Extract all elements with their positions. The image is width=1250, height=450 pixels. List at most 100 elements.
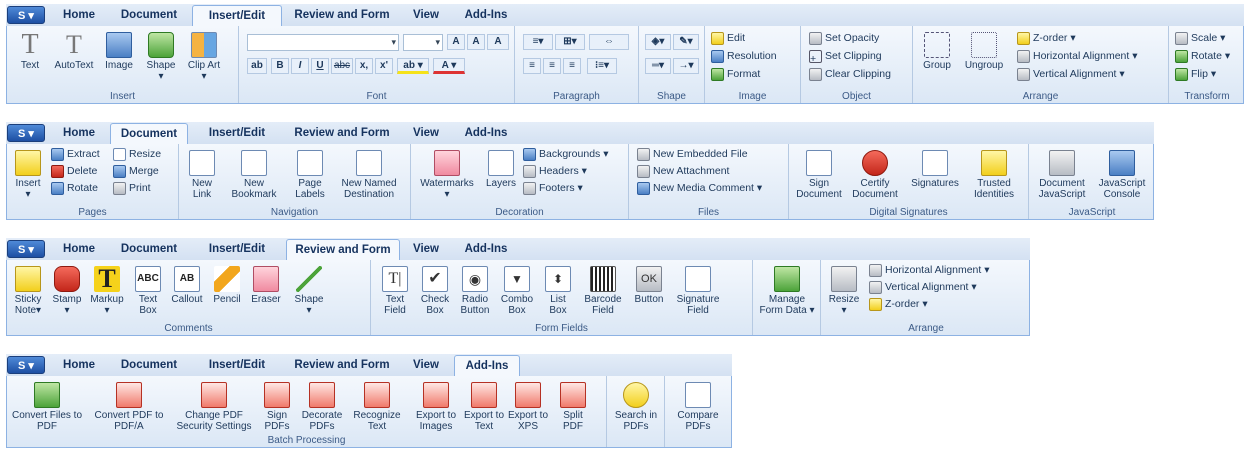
set-opacity-button[interactable]: Set Opacity xyxy=(809,30,879,46)
sign-pdfs-button[interactable]: Sign PDFs xyxy=(261,382,293,432)
backgrounds-button[interactable]: Backgrounds ▾ xyxy=(523,146,608,162)
tab-review-form[interactable]: Review and Form xyxy=(286,239,400,261)
tab-view[interactable]: View xyxy=(404,5,448,26)
text-field-button[interactable]: T| Text Field xyxy=(375,266,415,316)
scale-button[interactable]: Scale ▾ xyxy=(1175,30,1225,46)
print-button[interactable]: Print xyxy=(113,180,151,196)
app-menu-button[interactable]: S ▾ xyxy=(7,6,45,24)
delete-button[interactable]: Delete xyxy=(51,163,97,179)
signature-field-button[interactable]: Signature Field xyxy=(671,266,725,316)
stamp-button[interactable]: Stamp ▾ xyxy=(49,266,85,316)
line-color-button[interactable]: ✎▾ xyxy=(673,34,699,50)
underline-button[interactable]: U xyxy=(311,58,329,74)
callout-button[interactable]: AB Callout xyxy=(167,266,207,305)
text-button[interactable]: T Text xyxy=(13,31,47,72)
signatures-button[interactable]: Signatures xyxy=(907,150,963,189)
resolution-button[interactable]: Resolution xyxy=(711,48,777,64)
align-right-button[interactable]: ≡ xyxy=(563,58,581,74)
eraser-button[interactable]: Eraser xyxy=(247,266,285,305)
export-to-text-button[interactable]: Export to Text xyxy=(463,382,505,432)
shrink-font-button[interactable]: A xyxy=(467,34,485,50)
grow-font-button[interactable]: A xyxy=(447,34,465,50)
autotext-button[interactable]: T AutoText xyxy=(49,32,99,72)
insert-page-button[interactable]: Insert ▾ xyxy=(11,150,45,200)
vertical-alignment-button[interactable]: Vertical Alignment ▾ xyxy=(1017,66,1125,82)
bold-button[interactable]: B xyxy=(271,58,289,74)
convert-pdf-to-pdfa-button[interactable]: Convert PDF to PDF/A xyxy=(89,382,169,432)
compare-pdfs-button[interactable]: Compare PDFs xyxy=(671,382,725,432)
javascript-console-button[interactable]: JavaScript Console xyxy=(1093,150,1151,200)
sign-document-button[interactable]: Sign Document xyxy=(793,150,845,200)
tab-home[interactable]: Home xyxy=(54,123,104,144)
split-pdf-button[interactable]: Split PDF xyxy=(555,382,591,432)
tab-add-ins[interactable]: Add-Ins xyxy=(454,5,518,26)
headers-button[interactable]: Headers ▾ xyxy=(523,163,587,179)
rotate-page-button[interactable]: Rotate xyxy=(51,180,98,196)
flip-button[interactable]: Flip ▾ xyxy=(1175,66,1216,82)
font-case-button[interactable]: A xyxy=(487,34,509,50)
image-button[interactable]: Image xyxy=(101,32,137,71)
tab-document[interactable]: Document xyxy=(110,239,188,260)
group-button[interactable]: Group xyxy=(919,32,955,71)
sticky-note-button[interactable]: Sticky Note▾ xyxy=(9,266,47,316)
form-horizontal-alignment-button[interactable]: Horizontal Alignment ▾ xyxy=(869,262,990,278)
line-spacing-button[interactable]: ⊞▾ xyxy=(555,34,585,50)
search-in-pdfs-button[interactable]: Search in PDFs xyxy=(613,382,659,432)
certify-document-button[interactable]: Certify Document xyxy=(847,150,903,200)
superscript-button[interactable]: x' xyxy=(375,58,393,74)
app-menu-button[interactable]: S ▾ xyxy=(7,240,45,258)
combo-box-button[interactable]: ▼ Combo Box xyxy=(497,266,537,316)
page-labels-button[interactable]: Page Labels xyxy=(291,150,329,200)
horizontal-alignment-button[interactable]: Horizontal Alignment ▾ xyxy=(1017,48,1138,64)
extract-button[interactable]: Extract xyxy=(51,146,100,162)
decorate-pdfs-button[interactable]: Decorate PDFs xyxy=(297,382,347,432)
check-box-button[interactable]: ✔ Check Box xyxy=(417,266,453,316)
tab-add-ins[interactable]: Add-Ins xyxy=(454,239,518,260)
tab-insert-edit[interactable]: Insert/Edit xyxy=(192,239,282,260)
fill-color-button[interactable]: ◈▾ xyxy=(645,34,671,50)
new-link-button[interactable]: New Link xyxy=(185,150,219,200)
app-menu-button[interactable]: S ▾ xyxy=(7,356,45,374)
tab-view[interactable]: View xyxy=(404,123,448,144)
rotate-button[interactable]: Rotate ▾ xyxy=(1175,48,1230,64)
export-to-xps-button[interactable]: Export to XPS xyxy=(507,382,549,432)
edit-image-button[interactable]: Edit xyxy=(711,30,745,46)
document-javascript-button[interactable]: Document JavaScript xyxy=(1033,150,1091,200)
convert-files-to-pdf-button[interactable]: Convert Files to PDF xyxy=(9,382,85,432)
pencil-button[interactable]: Pencil xyxy=(209,266,245,305)
tab-insert-edit[interactable]: Insert/Edit xyxy=(192,123,282,144)
tab-insert-edit[interactable]: Insert/Edit xyxy=(192,355,282,376)
new-attachment-button[interactable]: New Attachment xyxy=(637,163,729,179)
arrow-style-button[interactable]: →▾ xyxy=(673,58,699,74)
bullets-button[interactable]: ⁝≡▾ xyxy=(587,58,617,74)
new-media-comment-button[interactable]: New Media Comment ▾ xyxy=(637,180,762,196)
indent-button[interactable]: ≡▾ xyxy=(523,34,553,50)
clear-clipping-button[interactable]: Clear Clipping xyxy=(809,66,891,82)
form-z-order-button[interactable]: Z-order ▾ xyxy=(869,296,928,312)
font-color-button[interactable]: A ▾ xyxy=(433,58,465,74)
change-pdf-security-button[interactable]: Change PDF Security Settings xyxy=(171,382,257,432)
tab-review-form[interactable]: Review and Form xyxy=(286,5,398,26)
italic-button[interactable]: I xyxy=(291,58,309,74)
radio-button-button[interactable]: ◉ Radio Button xyxy=(455,266,495,316)
list-box-button[interactable]: ⬍ List Box xyxy=(541,266,575,316)
markup-button[interactable]: T Markup ▾ xyxy=(87,266,127,317)
subscript-button[interactable]: x, xyxy=(355,58,373,74)
barcode-field-button[interactable]: Barcode Field xyxy=(579,266,627,316)
button-field-button[interactable]: OK Button xyxy=(629,266,669,305)
merge-button[interactable]: Merge xyxy=(113,163,159,179)
column-button[interactable]: ⇔ xyxy=(589,34,629,50)
comment-shape-button[interactable]: Shape ▾ xyxy=(289,266,329,316)
manage-form-data-button[interactable]: Manage Form Data ▾ xyxy=(757,266,817,316)
tab-add-ins[interactable]: Add-Ins xyxy=(454,355,520,377)
highlight-color-button[interactable]: ab ▾ xyxy=(397,58,429,74)
recognize-text-button[interactable]: Recognize Text xyxy=(349,382,405,432)
tab-document[interactable]: Document xyxy=(110,355,188,376)
resize-page-button[interactable]: Resize xyxy=(113,146,161,162)
ungroup-button[interactable]: Ungroup xyxy=(959,32,1009,71)
new-embedded-file-button[interactable]: New Embedded File xyxy=(637,146,748,162)
tab-view[interactable]: View xyxy=(404,355,448,376)
layers-button[interactable]: Layers xyxy=(483,150,519,189)
tab-home[interactable]: Home xyxy=(54,5,104,26)
shape-button[interactable]: Shape ▾ xyxy=(141,32,181,82)
